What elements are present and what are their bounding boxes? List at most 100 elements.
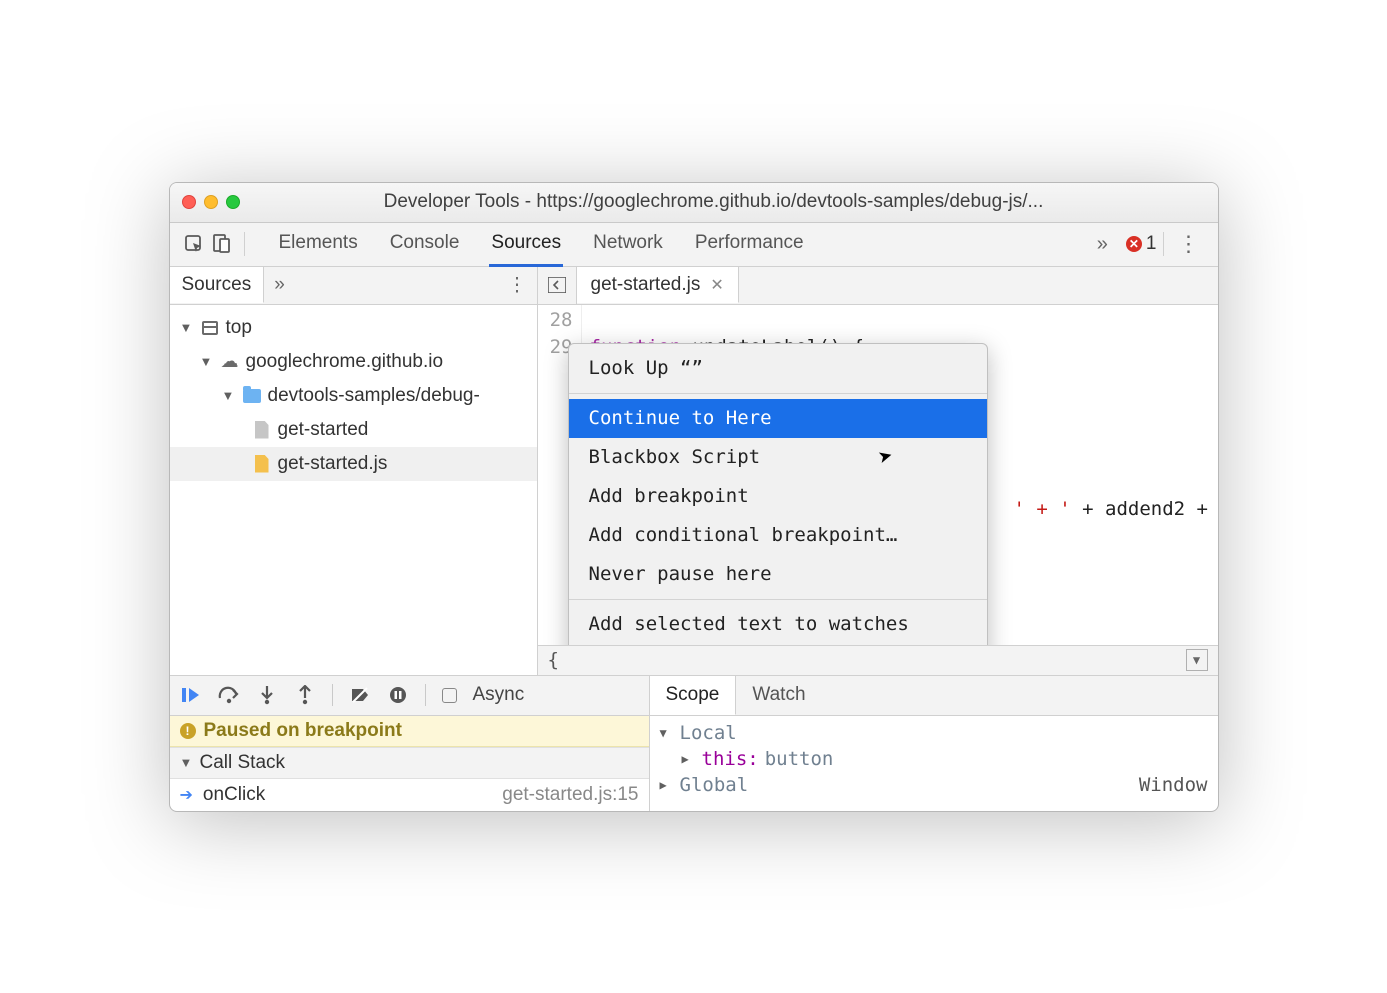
scope-this[interactable]: ▶ this: button <box>660 746 1208 772</box>
tree-node-folder[interactable]: ▼ devtools-samples/debug- <box>170 379 537 413</box>
divider <box>569 393 987 394</box>
tab-elements[interactable]: Elements <box>277 222 360 267</box>
divider <box>244 232 245 256</box>
scope-label: Global <box>680 774 749 796</box>
tree-label: googlechrome.github.io <box>246 351 444 373</box>
error-count: 1 <box>1146 233 1157 255</box>
sources-content: Sources » ⋮ ▼ top ▼ ☁ googlechrome.githu… <box>170 267 1218 675</box>
debugger-right-panel: Scope Watch ▼ Local ▶ this: button ▶ Glo… <box>650 676 1218 811</box>
code-area[interactable]: 28 29 function updateLabel() { var adden… <box>538 305 1218 645</box>
panel-tabstrip: Elements Console Sources Network Perform… <box>170 223 1218 267</box>
callstack-title: Call Stack <box>200 752 286 774</box>
editor-footer: { ▼ <box>538 645 1218 675</box>
ctx-add-conditional-breakpoint[interactable]: Add conditional breakpoint… <box>569 516 987 555</box>
navigator-sidebar: Sources » ⋮ ▼ top ▼ ☁ googlechrome.githu… <box>170 267 538 675</box>
sidebar-tab-sources[interactable]: Sources <box>170 266 265 303</box>
tree-node-file[interactable]: get-started <box>170 413 537 447</box>
async-checkbox[interactable] <box>442 688 457 703</box>
pause-on-exceptions-button[interactable] <box>387 686 409 704</box>
file-icon <box>252 421 272 439</box>
sidebar-more-tabs[interactable]: » <box>264 274 295 296</box>
devtools-window: Developer Tools - https://googlechrome.g… <box>169 182 1219 812</box>
frame-icon <box>200 321 220 335</box>
paused-message: Paused on breakpoint <box>204 720 402 742</box>
cloud-icon: ☁ <box>220 351 240 372</box>
divider <box>332 684 333 706</box>
disclosure-triangle-icon: ▼ <box>660 726 674 740</box>
scope-tabstrip: Scope Watch <box>650 676 1218 716</box>
scope-global[interactable]: ▶ Global Window <box>660 772 1208 798</box>
debugger-left-panel: Async ! Paused on breakpoint ▼ Call Stac… <box>170 676 650 811</box>
ctx-lookup[interactable]: Look Up “” <box>569 349 987 388</box>
toggle-device-toolbar-icon[interactable] <box>208 230 236 258</box>
debugger-panel: Async ! Paused on breakpoint ▼ Call Stac… <box>170 675 1218 811</box>
folder-icon <box>242 389 262 403</box>
disclosure-triangle-icon: ▼ <box>200 354 214 369</box>
ctx-add-breakpoint[interactable]: Add breakpoint <box>569 477 987 516</box>
code-editor: get-started.js ✕ 28 29 function updateLa… <box>538 267 1218 675</box>
tree-label: get-started.js <box>278 453 388 475</box>
disclosure-triangle-icon: ▶ <box>682 752 696 766</box>
window-title: Developer Tools - https://googlechrome.g… <box>170 191 1218 213</box>
tree-node-domain[interactable]: ▼ ☁ googlechrome.github.io <box>170 345 537 379</box>
tab-performance[interactable]: Performance <box>693 222 806 267</box>
sidebar-header: Sources » ⋮ <box>170 267 537 305</box>
js-file-icon <box>252 455 272 473</box>
editor-context-menu: Look Up “” Continue to Here Blackbox Scr… <box>568 343 988 645</box>
disclosure-triangle-icon: ▼ <box>180 320 194 335</box>
scope-label: Local <box>680 722 737 744</box>
step-over-button[interactable] <box>218 686 240 704</box>
frame-function: onClick <box>203 784 265 806</box>
sidebar-menu-button[interactable]: ⋮ <box>498 274 537 297</box>
error-count-badge[interactable]: ✕ 1 <box>1126 233 1157 255</box>
settings-menu-button[interactable]: ⋮ <box>1170 231 1208 257</box>
ctx-add-to-watches[interactable]: Add selected text to watches <box>569 605 987 644</box>
editor-file-tab[interactable]: get-started.js ✕ <box>577 266 739 303</box>
this-value: button <box>765 748 834 770</box>
line-number: 28 <box>544 307 573 334</box>
disclosure-triangle-icon: ▼ <box>180 755 194 770</box>
scope-local[interactable]: ▼ Local <box>660 720 1208 746</box>
error-icon: ✕ <box>1126 236 1142 252</box>
tab-scope[interactable]: Scope <box>650 675 737 715</box>
close-tab-icon[interactable]: ✕ <box>710 275 723 295</box>
disclosure-triangle-icon: ▼ <box>222 388 236 403</box>
footer-brace: { <box>548 649 559 671</box>
file-tab-label: get-started.js <box>591 274 701 296</box>
divider <box>425 684 426 706</box>
global-type: Window <box>1139 774 1208 796</box>
inspect-element-icon[interactable] <box>180 230 208 258</box>
file-tree: ▼ top ▼ ☁ googlechrome.github.io ▼ devto… <box>170 305 537 487</box>
divider <box>569 599 987 600</box>
warning-icon: ! <box>180 723 196 739</box>
footer-dropdown-icon[interactable]: ▼ <box>1186 649 1208 671</box>
tree-label: get-started <box>278 419 369 441</box>
tab-network[interactable]: Network <box>591 222 665 267</box>
ctx-continue-to-here[interactable]: Continue to Here <box>569 399 987 438</box>
step-into-button[interactable] <box>256 685 278 705</box>
callstack-frame[interactable]: ➔ onClick get-started.js:15 <box>170 779 649 811</box>
tab-sources[interactable]: Sources <box>489 222 563 267</box>
disclosure-triangle-icon: ▶ <box>660 778 674 792</box>
titlebar: Developer Tools - https://googlechrome.g… <box>170 183 1218 223</box>
more-tabs-button[interactable]: » <box>1087 233 1118 256</box>
toggle-navigator-button[interactable] <box>538 267 577 304</box>
tree-label: devtools-samples/debug- <box>268 385 480 407</box>
resume-button[interactable] <box>180 686 202 704</box>
tree-label: top <box>226 317 252 339</box>
tab-watch[interactable]: Watch <box>736 676 821 715</box>
current-frame-icon: ➔ <box>180 785 193 805</box>
ctx-blackbox-script[interactable]: Blackbox Script <box>569 438 987 477</box>
step-out-button[interactable] <box>294 685 316 705</box>
tab-console[interactable]: Console <box>388 222 462 267</box>
deactivate-breakpoints-button[interactable] <box>349 686 371 704</box>
ctx-never-pause-here[interactable]: Never pause here <box>569 555 987 594</box>
editor-tabstrip: get-started.js ✕ <box>538 267 1218 305</box>
scope-body: ▼ Local ▶ this: button ▶ Global Window <box>650 716 1218 802</box>
tree-node-file-selected[interactable]: get-started.js <box>170 447 537 481</box>
tree-node-top[interactable]: ▼ top <box>170 311 537 345</box>
divider <box>1163 232 1164 256</box>
async-label: Async <box>473 684 525 706</box>
debug-toolbar: Async <box>170 676 649 716</box>
callstack-header[interactable]: ▼ Call Stack <box>170 747 649 779</box>
